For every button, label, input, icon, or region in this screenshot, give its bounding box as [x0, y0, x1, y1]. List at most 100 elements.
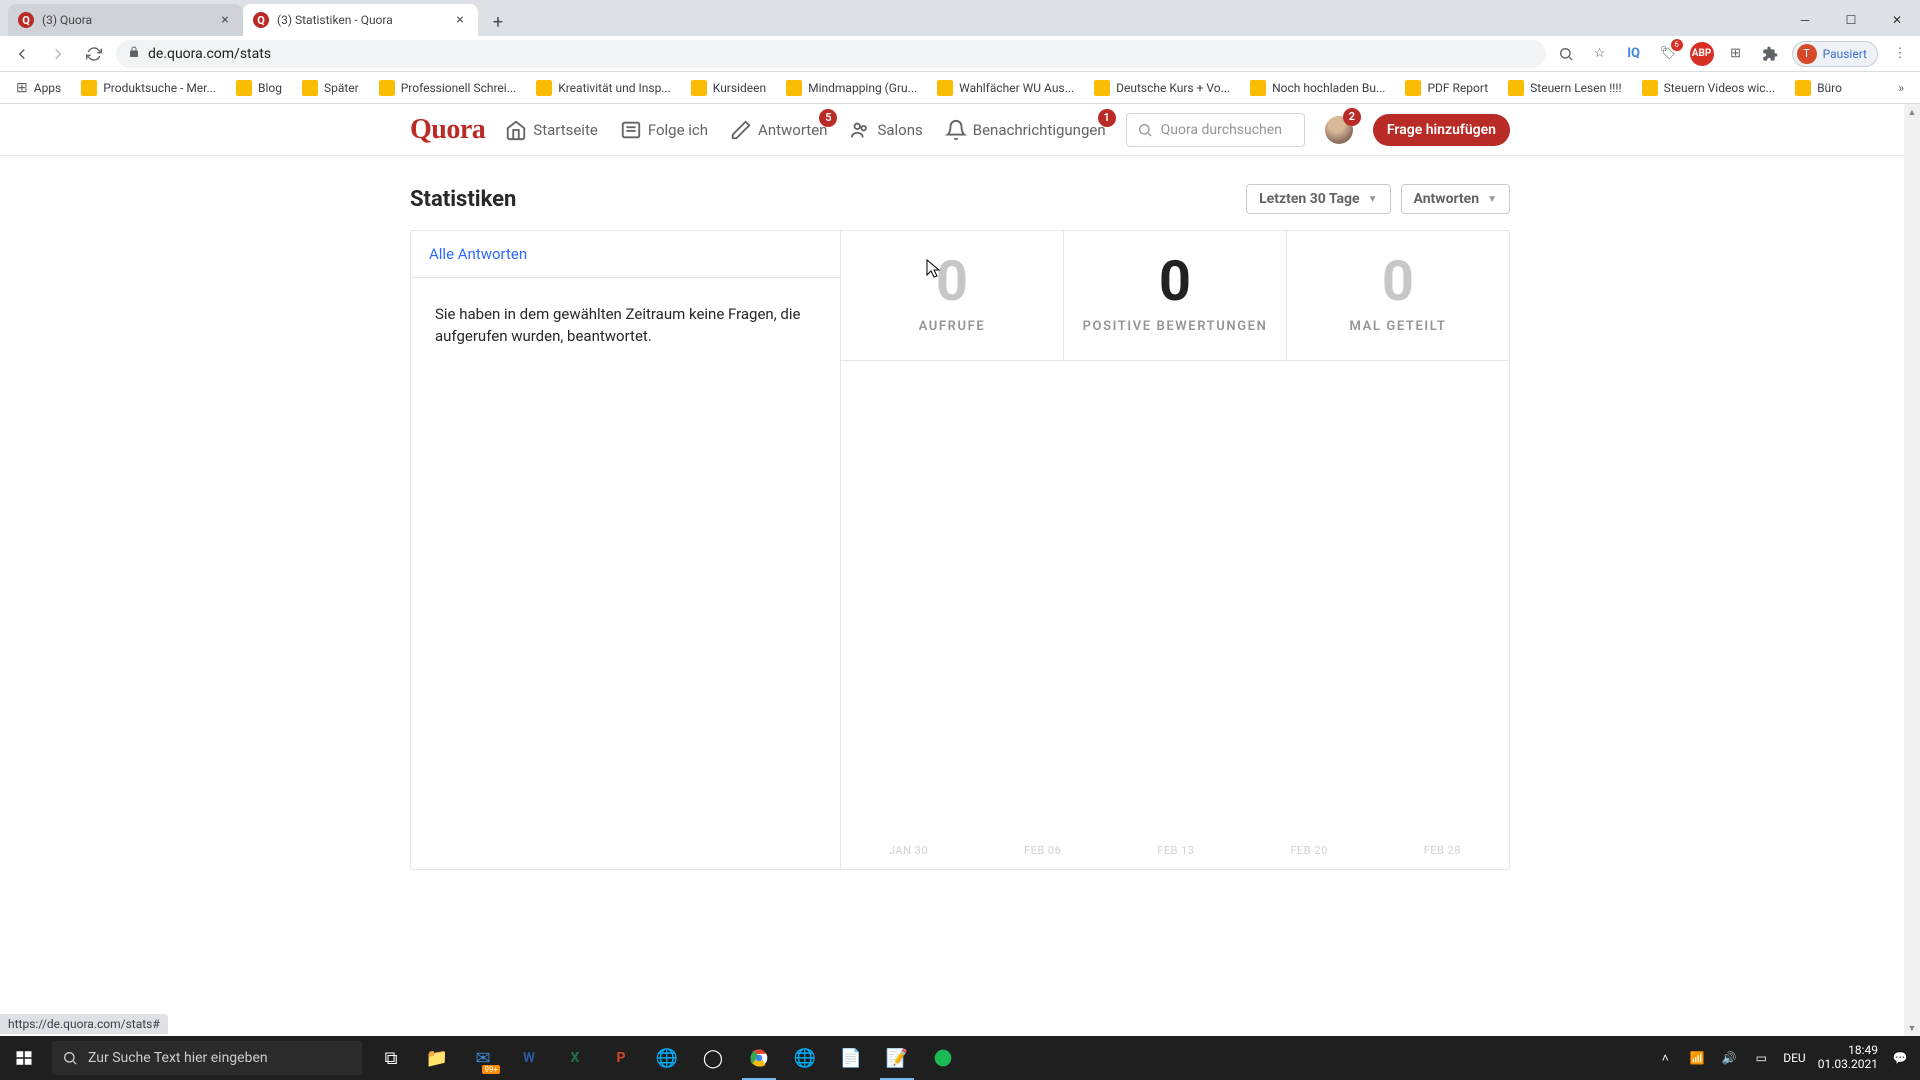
profile-label: Pausiert	[1823, 47, 1867, 61]
wifi-icon[interactable]: 📶	[1687, 1048, 1707, 1068]
folder-icon	[1795, 80, 1811, 96]
bookmark-item[interactable]: Blog	[228, 76, 290, 100]
bookmark-label: Blog	[258, 81, 282, 95]
metric-views[interactable]: 0 AUFRUFE	[841, 231, 1064, 360]
reload-button[interactable]	[80, 40, 108, 68]
bookmark-item[interactable]: Büro	[1787, 76, 1850, 100]
search-in-page-icon[interactable]	[1554, 42, 1578, 66]
bookmark-item[interactable]: Noch hochladen Bu...	[1242, 76, 1393, 100]
url-text: de.quora.com/stats	[148, 46, 271, 62]
chrome-menu-icon[interactable]: ⋮	[1888, 42, 1912, 66]
bookmark-label: Später	[324, 81, 359, 95]
bookmark-item[interactable]: Mindmapping (Gru...	[778, 76, 925, 100]
extension-icon[interactable]: ABP	[1690, 42, 1714, 66]
filter-label: Antworten	[1414, 191, 1480, 207]
address-bar[interactable]: de.quora.com/stats	[116, 40, 1546, 68]
edge-icon[interactable]: 🌐	[782, 1036, 828, 1080]
add-question-button[interactable]: Frage hinzufügen	[1373, 114, 1510, 146]
filter-label: Letzten 30 Tage	[1259, 191, 1360, 207]
maximize-button[interactable]: ☐	[1828, 4, 1874, 36]
profile-button[interactable]: T Pausiert	[1792, 41, 1878, 67]
tray-overflow-icon[interactable]: ˄	[1655, 1048, 1675, 1068]
bookmark-item[interactable]: Steuern Videos wic...	[1634, 76, 1783, 100]
extension-icon[interactable]: ⊞	[1724, 42, 1748, 66]
all-answers-tab[interactable]: Alle Antworten	[411, 231, 840, 278]
obs-icon[interactable]: ◯	[690, 1036, 736, 1080]
app-icon[interactable]: 🌐	[644, 1036, 690, 1080]
content-type-filter[interactable]: Antworten ▼	[1401, 184, 1510, 214]
nav-home[interactable]: Startseite	[505, 119, 598, 141]
metric-shares[interactable]: 0 MAL GETEILT	[1287, 231, 1509, 360]
x-tick: FEB 06	[1024, 844, 1061, 857]
volume-icon[interactable]: 🔊	[1719, 1048, 1739, 1068]
metrics-column: 0 AUFRUFE 0 POSITIVE BEWERTUNGEN 0 MAL G…	[841, 231, 1509, 869]
back-button[interactable]	[8, 40, 36, 68]
bookmark-item[interactable]: Professionell Schrei...	[371, 76, 524, 100]
date-range-filter[interactable]: Letzten 30 Tage ▼	[1246, 184, 1390, 214]
scroll-down-icon[interactable]: ▼	[1904, 1020, 1920, 1036]
task-view-icon[interactable]: ⧉	[368, 1036, 414, 1080]
nav-label: Salons	[877, 121, 922, 139]
quora-search-input[interactable]: Quora durchsuchen	[1126, 113, 1305, 147]
quora-logo[interactable]: Quora	[410, 114, 485, 146]
close-window-button[interactable]: ✕	[1874, 4, 1920, 36]
bookmark-item[interactable]: Produktsuche - Mer...	[73, 76, 224, 100]
folder-icon	[236, 80, 252, 96]
mail-icon[interactable]: ✉99+	[460, 1036, 506, 1080]
start-button[interactable]	[0, 1036, 48, 1080]
file-explorer-icon[interactable]: 📁	[414, 1036, 460, 1080]
forward-button[interactable]	[44, 40, 72, 68]
powerpoint-icon[interactable]: P	[598, 1036, 644, 1080]
quora-header: Quora Startseite Folge ich Antworten 5 S…	[0, 104, 1920, 156]
bookmark-star-icon[interactable]: ☆	[1588, 42, 1612, 66]
quora-favicon: Q	[18, 12, 34, 28]
nav-answer[interactable]: Antworten 5	[730, 119, 827, 141]
bookmark-item[interactable]: Kreativität und Insp...	[528, 76, 679, 100]
home-icon	[505, 119, 527, 141]
bookmark-item[interactable]: Später	[294, 76, 367, 100]
close-tab-icon[interactable]: ×	[217, 12, 233, 28]
bookmark-item[interactable]: Kursideen	[683, 76, 774, 100]
excel-icon[interactable]: X	[552, 1036, 598, 1080]
extension-icon[interactable]: IQ	[1622, 42, 1646, 66]
metrics-row: 0 AUFRUFE 0 POSITIVE BEWERTUNGEN 0 MAL G…	[841, 231, 1509, 360]
battery-icon[interactable]: ▭	[1751, 1048, 1771, 1068]
bookmark-label: Professionell Schrei...	[401, 81, 516, 95]
extension-icon[interactable]: 🏷6	[1656, 42, 1680, 66]
close-tab-icon[interactable]: ×	[452, 12, 468, 28]
new-tab-button[interactable]: +	[484, 8, 512, 36]
word-icon[interactable]: W	[506, 1036, 552, 1080]
apps-shortcut[interactable]: ⊞ Apps	[8, 76, 69, 100]
metric-upvotes[interactable]: 0 POSITIVE BEWERTUNGEN	[1064, 231, 1287, 360]
nav-following[interactable]: Folge ich	[620, 119, 708, 141]
user-avatar[interactable]: 2	[1325, 116, 1353, 144]
app-icon[interactable]: 📄	[828, 1036, 874, 1080]
bookmark-item[interactable]: Deutsche Kurs + Vo...	[1086, 76, 1238, 100]
browser-tab[interactable]: Q (3) Quora ×	[8, 4, 243, 36]
search-icon	[62, 1050, 78, 1066]
bookmark-label: Apps	[34, 81, 62, 95]
bookmark-item[interactable]: Wahlfächer WU Aus...	[929, 76, 1082, 100]
scroll-up-icon[interactable]: ▲	[1904, 104, 1920, 120]
taskbar-search[interactable]: Zur Suche Text hier eingeben	[52, 1041, 362, 1075]
vertical-scrollbar[interactable]: ▲ ▼	[1904, 104, 1920, 1036]
search-placeholder: Quora durchsuchen	[1161, 122, 1282, 138]
nav-spaces[interactable]: Salons	[849, 119, 922, 141]
bookmarks-overflow[interactable]: »	[1890, 77, 1912, 99]
browser-tab[interactable]: Q (3) Statistiken - Quora ×	[243, 4, 478, 36]
action-center-icon[interactable]: 💬	[1890, 1048, 1910, 1068]
minimize-button[interactable]: ─	[1782, 4, 1828, 36]
taskbar-clock[interactable]: 18:49 01.03.2021	[1818, 1044, 1878, 1072]
extensions-menu-icon[interactable]	[1758, 42, 1782, 66]
spotify-icon[interactable]	[920, 1036, 966, 1080]
window-controls: ─ ☐ ✕	[1782, 4, 1920, 36]
bookmark-item[interactable]: PDF Report	[1397, 76, 1496, 100]
nav-notifications[interactable]: Benachrichtigungen 1	[945, 119, 1106, 141]
chrome-icon[interactable]	[736, 1036, 782, 1080]
apps-icon: ⊞	[16, 80, 28, 96]
language-indicator[interactable]: DEU	[1783, 1051, 1805, 1065]
folder-icon	[1250, 80, 1266, 96]
bookmark-item[interactable]: Steuern Lesen !!!!	[1500, 76, 1629, 100]
notepad-icon[interactable]: 📝	[874, 1036, 920, 1080]
page-title: Statistiken	[410, 187, 516, 212]
